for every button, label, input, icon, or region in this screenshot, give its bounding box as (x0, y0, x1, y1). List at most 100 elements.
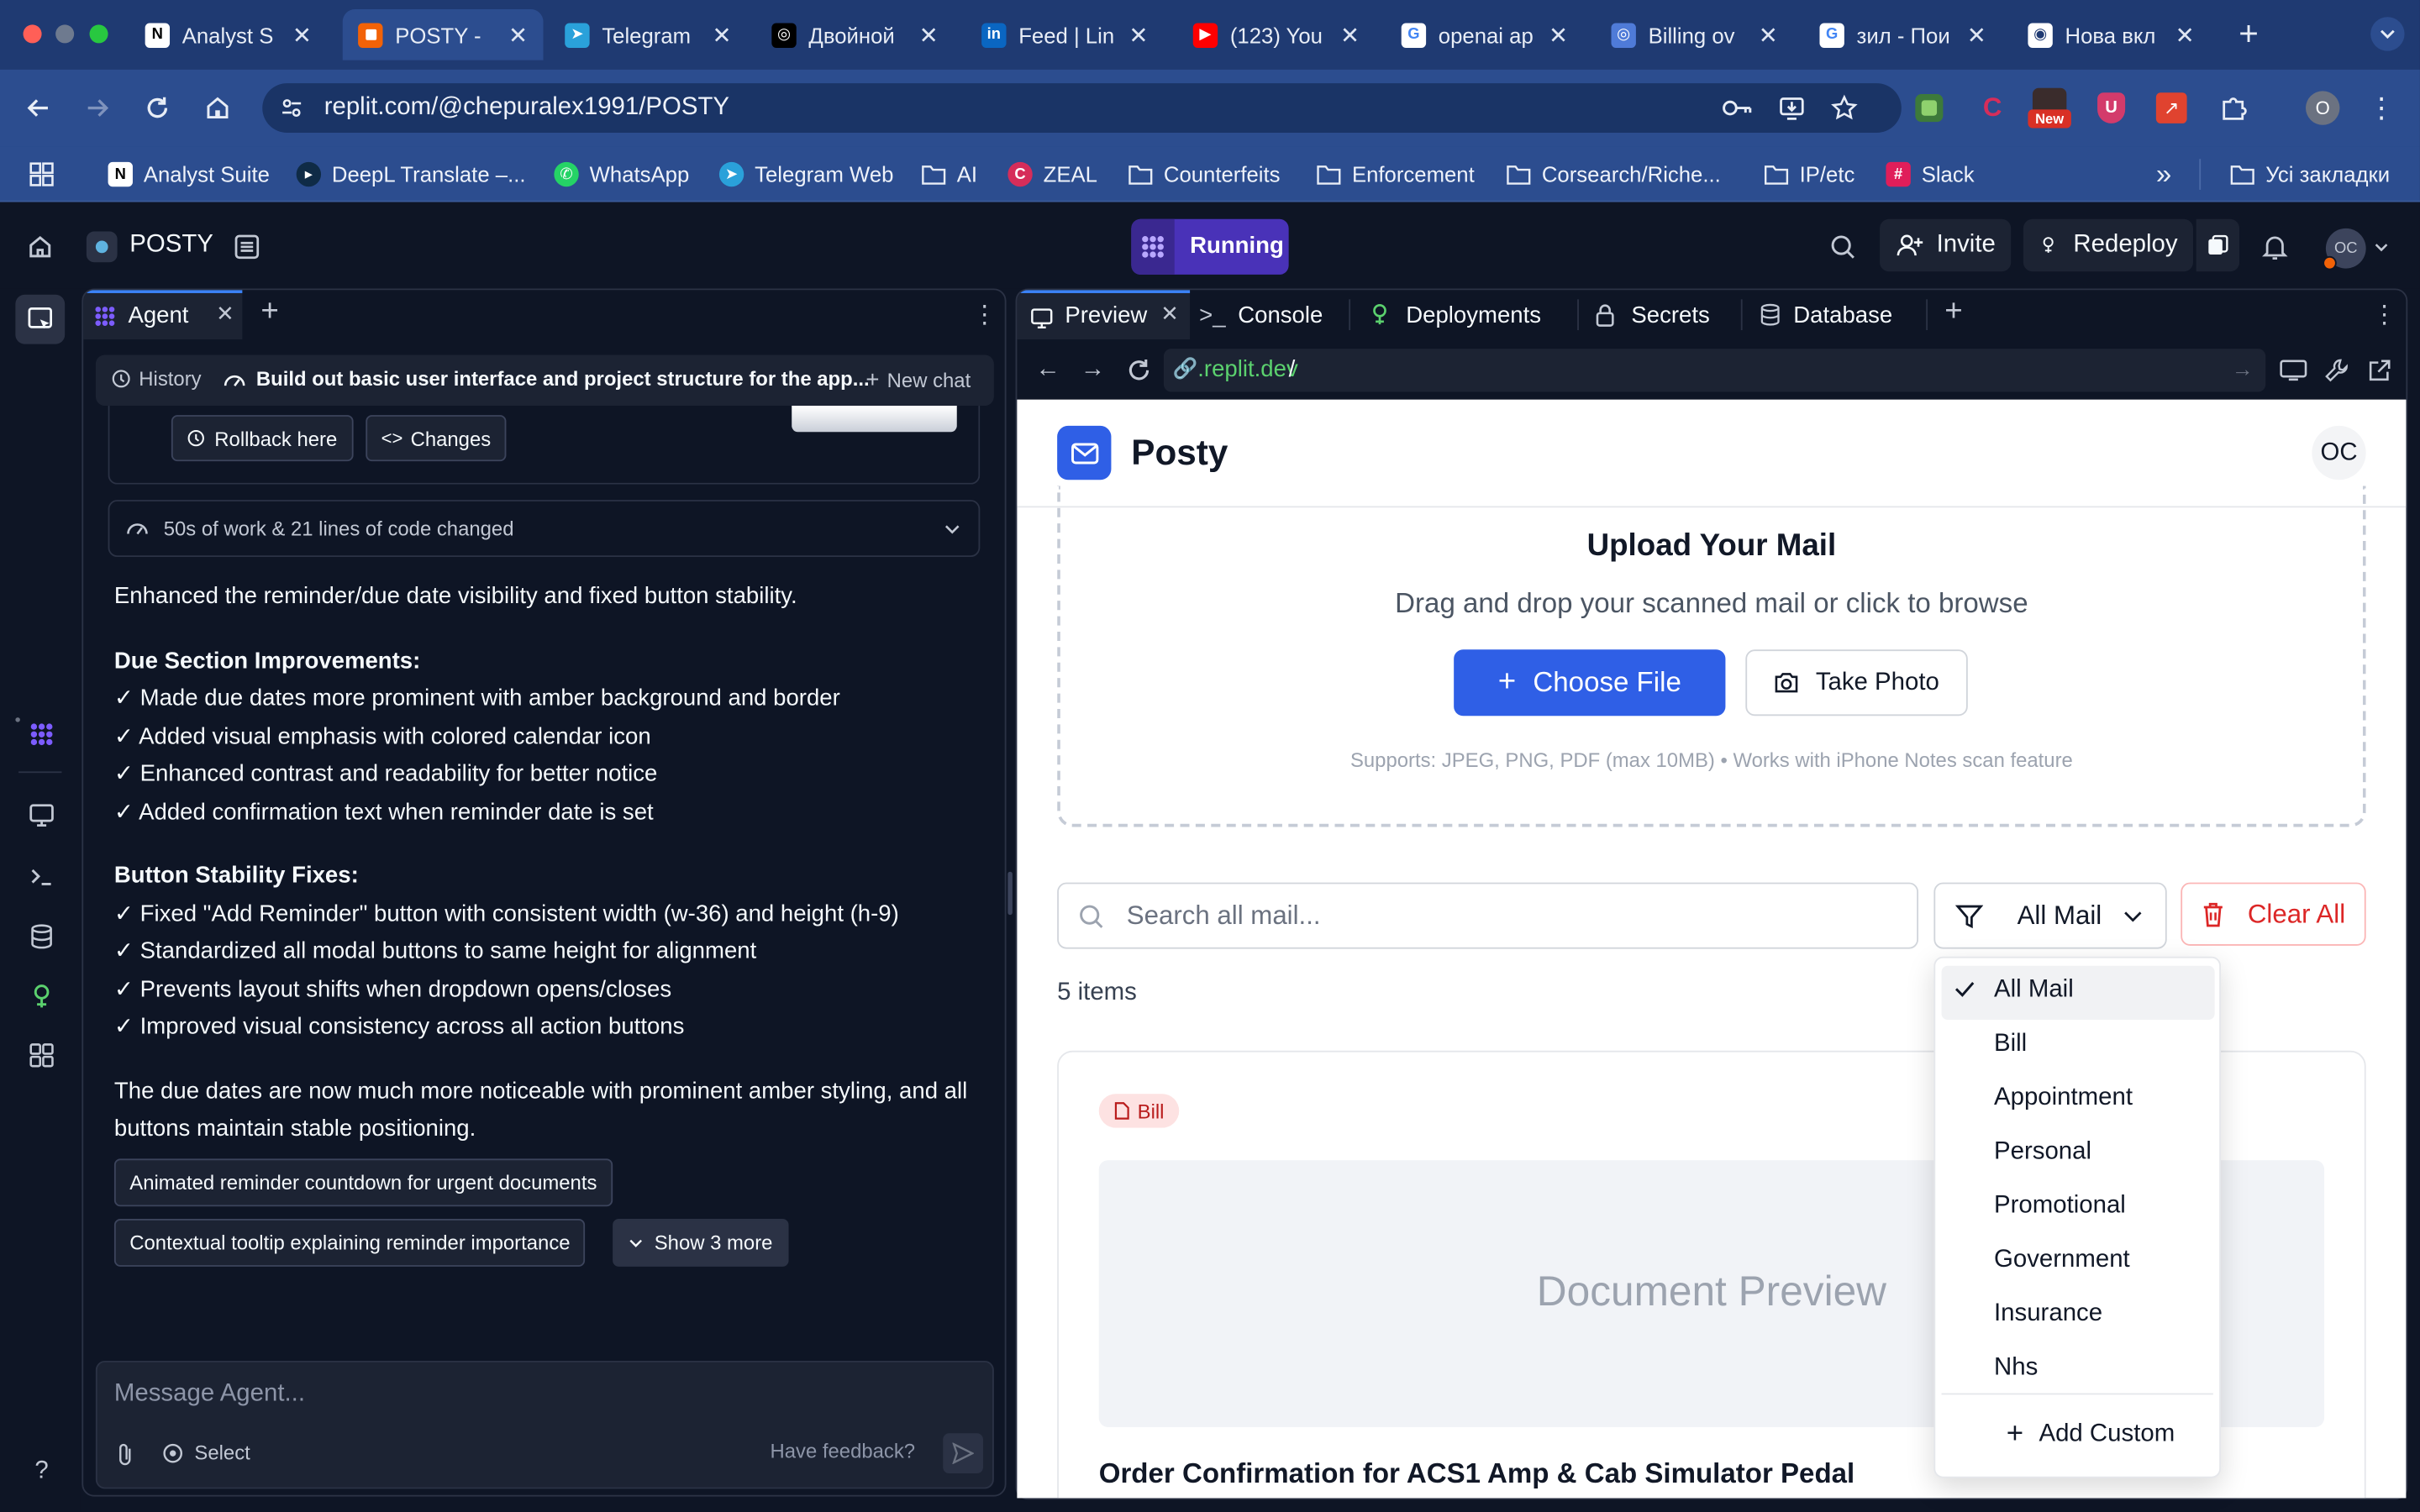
preview-tool-icon[interactable] (26, 799, 57, 830)
filter-option[interactable]: Promotional (1994, 1193, 2126, 1221)
browser-tab[interactable]: ➤ Telegram ✕ (550, 9, 747, 60)
browser-tab[interactable]: POSTY - ✕ (342, 9, 544, 60)
browser-tab[interactable]: ◎ Billing ov ✕ (1596, 9, 1793, 60)
browser-tab[interactable]: Gзил - Пои ✕ (1804, 9, 2002, 60)
tab-database[interactable]: Database (1758, 290, 1892, 339)
browser-tab[interactable]: Gopenai ap ✕ (1386, 9, 1583, 60)
extension-icon[interactable] (1915, 94, 1944, 123)
browser-tab[interactable]: in Feed | Lin ✕ (966, 9, 1164, 60)
bookmark-item[interactable]: ▸ DeepL Translate –... (296, 146, 526, 202)
avatar[interactable]: OC (2312, 425, 2366, 480)
close-tab-icon[interactable]: ✕ (2175, 21, 2195, 49)
site-info-icon[interactable] (278, 94, 306, 122)
close-tab-icon[interactable]: ✕ (1967, 21, 1986, 49)
changes-button[interactable]: <> Changes (366, 415, 507, 462)
profile-avatar[interactable]: O (2306, 91, 2340, 125)
preview-forward-button[interactable]: → (1081, 356, 1105, 384)
apps-grid-icon[interactable] (28, 160, 55, 188)
filter-option[interactable]: Nhs (1994, 1355, 2038, 1383)
close-tab-icon[interactable]: ✕ (508, 21, 528, 49)
filter-select[interactable]: All Mail (1933, 882, 2167, 949)
ublock-shield-icon[interactable]: U (2097, 92, 2126, 123)
open-external-icon[interactable] (2367, 358, 2391, 382)
all-tools-grid-icon[interactable] (26, 1040, 57, 1071)
close-window-button[interactable] (23, 24, 42, 44)
bookmark-item[interactable]: C ZEAL (1007, 146, 1097, 202)
show-more-button[interactable]: Show 3 more (613, 1218, 788, 1267)
home-button[interactable] (201, 91, 234, 124)
close-tab-icon[interactable]: ✕ (1128, 21, 1148, 49)
close-icon[interactable]: ✕ (216, 301, 234, 327)
reload-button[interactable] (140, 91, 174, 124)
deployments-tool-icon[interactable] (26, 981, 57, 1012)
close-tab-icon[interactable]: ✕ (1549, 21, 1568, 49)
filter-option[interactable]: Insurance (1994, 1300, 2102, 1328)
suggestion-chip[interactable]: Animated reminder countdown for urgent d… (113, 1158, 613, 1207)
address-bar[interactable]: replit.com/@chepuralex1991/POSTY (262, 83, 1902, 133)
suggestion-chip[interactable]: Contextual tooltip explaining reminder i… (113, 1218, 586, 1267)
panel-resize-handle[interactable] (1007, 871, 1013, 916)
browser-tab[interactable]: ◉ Нова вкл ✕ (2012, 9, 2210, 60)
panel-menu-kebab-icon[interactable]: ⋮ (2372, 299, 2396, 330)
filter-option[interactable]: Government (1994, 1247, 2130, 1274)
bookmark-item[interactable]: N Analyst Suite (108, 146, 270, 202)
bookmark-item[interactable]: IP/etc (1764, 146, 1854, 202)
feedback-link[interactable]: Have feedback? (771, 1440, 916, 1463)
database-tool-icon[interactable] (26, 921, 57, 953)
project-files-icon[interactable] (232, 232, 263, 263)
bookmark-star-icon[interactable] (1828, 92, 1860, 123)
send-button[interactable] (943, 1433, 983, 1474)
more-bookmarks-icon[interactable]: » (2149, 158, 2180, 190)
redeploy-options-button[interactable] (2196, 218, 2240, 272)
panel-menu-kebab-icon[interactable]: ⋮ (972, 299, 997, 330)
filter-option[interactable]: Appointment (1994, 1084, 2133, 1112)
select-element-button[interactable]: Select (162, 1441, 250, 1464)
bookmark-item[interactable]: ✆ WhatsApp (554, 146, 689, 202)
add-tab-button[interactable]: + (260, 295, 278, 330)
help-icon[interactable]: ? (26, 1457, 57, 1488)
browser-tab[interactable]: ◎ Двойной ✕ (756, 9, 954, 60)
tab-secrets[interactable]: Secrets (1594, 290, 1710, 339)
browser-tab[interactable]: N Analyst S ✕ (129, 9, 327, 60)
add-tab-button[interactable]: + (1944, 295, 1962, 330)
browser-tab[interactable]: ▶ (123) You ✕ (1177, 9, 1375, 60)
new-chat-button[interactable]: + New chat (865, 367, 971, 393)
all-bookmarks-folder[interactable]: Усі закладки (2230, 146, 2390, 202)
tab-search-button[interactable] (2370, 17, 2405, 51)
close-tab-icon[interactable]: ✕ (712, 21, 731, 49)
close-tab-icon[interactable]: ✕ (1340, 21, 1360, 49)
maximize-window-button[interactable] (89, 24, 108, 44)
search-icon[interactable] (1828, 232, 1859, 263)
console-tool-icon[interactable] (26, 861, 57, 892)
close-tab-icon[interactable]: ✕ (292, 21, 312, 49)
rollback-button[interactable]: Rollback here (171, 415, 353, 462)
install-app-icon[interactable] (1776, 92, 1807, 123)
run-status-button[interactable]: Running (1131, 218, 1289, 275)
back-button[interactable] (22, 91, 55, 124)
reload-icon[interactable] (1125, 356, 1153, 384)
replit-home-button[interactable] (24, 232, 55, 263)
minimize-window-button[interactable] (55, 24, 75, 44)
take-photo-button[interactable]: Take Photo (1745, 649, 1968, 717)
notifications-bell-icon[interactable] (2260, 232, 2291, 263)
filter-option[interactable]: Personal (1994, 1138, 2091, 1166)
forward-button[interactable] (81, 91, 114, 124)
message-input[interactable]: Message Agent... (114, 1381, 305, 1409)
bookmark-item[interactable]: ➤ Telegram Web (718, 146, 893, 202)
filter-option[interactable]: All Mail (1994, 977, 2074, 1005)
search-input[interactable]: Search all mail... (1057, 882, 1919, 949)
bookmark-item[interactable]: AI (922, 146, 977, 202)
upload-dropzone[interactable]: Upload Your Mail Drag and drop your scan… (1057, 486, 2366, 827)
arrow-extension-icon[interactable]: ↗ (2155, 92, 2187, 123)
add-custom-option[interactable]: + Add Custom (2007, 1418, 2175, 1452)
chevron-down-icon[interactable] (2372, 238, 2391, 256)
work-summary-row[interactable]: 50s of work & 21 lines of code changed (108, 500, 981, 558)
attach-paperclip-icon[interactable] (116, 1442, 134, 1467)
password-key-icon[interactable] (1723, 94, 1754, 122)
clear-all-button[interactable]: Clear All (2181, 882, 2366, 946)
new-tab-button[interactable]: + (2232, 14, 2265, 53)
bookmark-item[interactable]: Corsearch/Riche... (1507, 146, 1721, 202)
project-name[interactable]: POSTY (129, 232, 213, 260)
zeal-extension-icon[interactable]: C (1979, 92, 2007, 123)
file-explorer-button[interactable] (15, 294, 66, 344)
